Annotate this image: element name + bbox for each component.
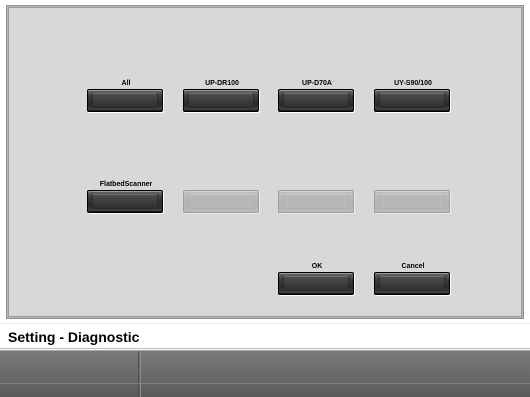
empty-slot-1-face xyxy=(188,194,254,209)
empty-slot-1-button xyxy=(183,190,259,213)
empty-slot-3-label xyxy=(374,180,452,189)
up-d70a-button-group: UP-D70A xyxy=(278,79,356,112)
up-dr100-button[interactable] xyxy=(183,89,259,112)
cancel-button[interactable] xyxy=(374,272,450,295)
screen-title-bar: Setting - Diagnostic xyxy=(0,323,530,349)
uy-s90-100-button[interactable] xyxy=(374,89,450,112)
screen-title: Setting - Diagnostic xyxy=(8,329,140,345)
up-d70a-button-face xyxy=(283,93,349,108)
uy-s90-100-button-face xyxy=(379,93,445,108)
flatbed-scanner-button-face xyxy=(92,194,158,209)
up-dr100-button-group: UP-DR100 xyxy=(183,79,261,112)
uy-s90-100-button-group: UY-S90/100 xyxy=(374,79,452,112)
up-dr100-button-label: UP-DR100 xyxy=(205,80,239,87)
empty-slot-3-group xyxy=(374,180,452,213)
empty-slot-3-button xyxy=(374,190,450,213)
printer-selection-panel: All UP-DR100 UP-D70A UY-S90/100 FlatbedS… xyxy=(8,7,522,317)
ok-button-group: OK xyxy=(278,262,356,295)
ok-button-face xyxy=(283,276,349,291)
empty-slot-2-group xyxy=(278,180,356,213)
empty-slot-3-face xyxy=(379,194,445,209)
bottom-toolbar-right-area xyxy=(140,351,530,397)
empty-slot-1-group xyxy=(183,180,261,213)
empty-slot-2-label xyxy=(278,180,356,189)
empty-slot-2-button xyxy=(278,190,354,213)
bottom-toolbar xyxy=(0,350,530,397)
up-dr100-button-face xyxy=(188,93,254,108)
all-button-face xyxy=(92,93,158,108)
all-button-group: All xyxy=(87,79,165,112)
flatbed-scanner-button[interactable] xyxy=(87,190,163,213)
up-d70a-button[interactable] xyxy=(278,89,354,112)
up-d70a-button-label: UP-D70A xyxy=(302,80,332,87)
all-button-label: All xyxy=(121,80,131,87)
cancel-button-group: Cancel xyxy=(374,262,452,295)
flatbed-scanner-button-label: FlatbedScanner xyxy=(99,181,153,188)
cancel-button-label: Cancel xyxy=(401,263,425,270)
ok-button-label: OK xyxy=(311,263,323,270)
empty-slot-1-label xyxy=(183,180,261,189)
diagnostic-screen: All UP-DR100 UP-D70A UY-S90/100 FlatbedS… xyxy=(0,0,530,397)
bottom-toolbar-left-area[interactable] xyxy=(0,351,139,397)
bottom-toolbar-divider xyxy=(0,383,530,384)
cancel-button-face xyxy=(379,276,445,291)
flatbed-scanner-button-group: FlatbedScanner xyxy=(87,180,165,213)
all-button[interactable] xyxy=(87,89,163,112)
uy-s90-100-button-label: UY-S90/100 xyxy=(394,80,432,87)
ok-button[interactable] xyxy=(278,272,354,295)
empty-slot-2-face xyxy=(283,194,349,209)
